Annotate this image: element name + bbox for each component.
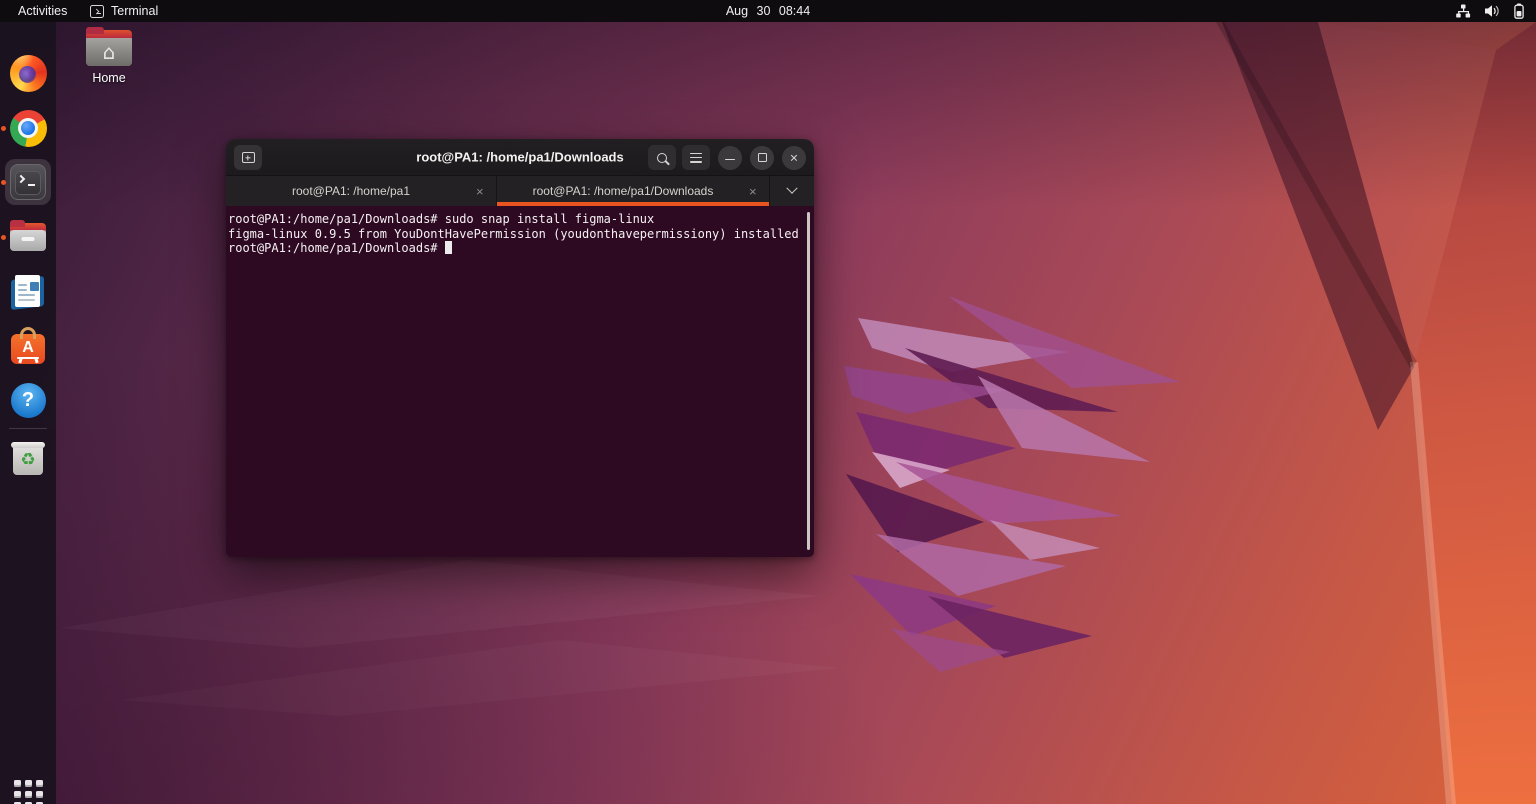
- terminal-prompt: root@PA1:/home/pa1/Downloads#: [228, 241, 445, 255]
- desktop-icon-home[interactable]: ⌂ Home: [82, 30, 136, 85]
- tab-close-icon[interactable]: ×: [476, 184, 496, 199]
- home-folder-icon: ⌂: [86, 30, 132, 66]
- dock-item-firefox[interactable]: [6, 51, 50, 95]
- hamburger-menu-icon: [690, 153, 702, 163]
- dock-divider: [9, 428, 47, 429]
- dock-item-app-grid[interactable]: [6, 772, 50, 804]
- chevron-down-icon: [786, 183, 797, 194]
- help-question-glyph: ?: [22, 389, 34, 412]
- tab-list-dropdown[interactable]: [770, 176, 814, 206]
- tab-close-icon[interactable]: ×: [749, 184, 769, 199]
- new-tab-button[interactable]: [234, 145, 262, 170]
- help-icon: ?: [11, 383, 46, 418]
- dock: A ? ♻: [0, 22, 56, 804]
- dock-item-terminal[interactable]: [6, 160, 50, 204]
- files-icon: [10, 223, 46, 251]
- software-letter: A: [22, 339, 34, 357]
- tab-downloads[interactable]: root@PA1: /home/pa1/Downloads ×: [497, 176, 770, 206]
- terminal-line-3: root@PA1:/home/pa1/Downloads#: [228, 241, 804, 256]
- terminal-line-1: root@PA1:/home/pa1/Downloads# sudo snap …: [228, 212, 804, 227]
- minimize-button[interactable]: [718, 146, 742, 170]
- window-titlebar[interactable]: root@PA1: /home/pa1/Downloads ×: [226, 139, 814, 176]
- terminal-line-2: figma-linux 0.9.5 from YouDontHavePermis…: [228, 227, 804, 242]
- close-button[interactable]: ×: [782, 146, 806, 170]
- network-icon: [1455, 4, 1471, 18]
- menu-button[interactable]: [682, 145, 710, 170]
- top-bar: Activities Terminal Aug 30 08:44: [0, 0, 1536, 22]
- dock-item-trash[interactable]: ♻: [6, 436, 50, 480]
- dock-item-ubuntu-software[interactable]: A: [6, 324, 50, 368]
- dock-item-chrome[interactable]: [6, 106, 50, 150]
- terminal-cursor: [445, 241, 452, 254]
- libreoffice-writer-icon: [13, 275, 43, 309]
- dock-item-files[interactable]: [6, 215, 50, 259]
- window-title: root@PA1: /home/pa1/Downloads: [416, 150, 623, 165]
- tab-downloads-label: root@PA1: /home/pa1/Downloads: [497, 184, 749, 198]
- search-button[interactable]: [648, 145, 676, 170]
- desktop: Activities Terminal Aug 30 08:44: [0, 0, 1536, 804]
- minimize-icon: [725, 159, 735, 161]
- ubuntu-software-icon: A: [11, 334, 45, 364]
- app-grid-icon: [14, 780, 43, 804]
- dock-item-help[interactable]: ?: [6, 378, 50, 422]
- close-icon: ×: [790, 150, 798, 164]
- new-tab-icon: [242, 152, 255, 163]
- recycle-glyph: ♻: [20, 450, 35, 470]
- chrome-icon: [10, 110, 47, 147]
- activities-button[interactable]: Activities: [14, 0, 71, 22]
- focused-app-label: Terminal: [111, 4, 158, 18]
- terminal-window: root@PA1: /home/pa1/Downloads ×: [226, 139, 814, 557]
- home-icon-label: Home: [82, 71, 136, 85]
- terminal-content[interactable]: root@PA1:/home/pa1/Downloads# sudo snap …: [226, 206, 814, 557]
- terminal-app-icon: [90, 5, 104, 18]
- focused-app-menu[interactable]: Terminal: [90, 0, 158, 22]
- clock-button[interactable]: Aug 30 08:44: [718, 0, 818, 22]
- tab-home[interactable]: root@PA1: /home/pa1 ×: [226, 176, 497, 206]
- trash-icon: ♻: [13, 442, 43, 475]
- terminal-icon: [10, 164, 46, 200]
- volume-icon: [1484, 4, 1501, 18]
- maximize-button[interactable]: [750, 146, 774, 170]
- dock-item-libreoffice-writer[interactable]: [6, 270, 50, 314]
- house-glyph: ⌂: [103, 42, 116, 62]
- tab-bar: root@PA1: /home/pa1 × root@PA1: /home/pa…: [226, 176, 814, 206]
- maximize-icon: [758, 153, 767, 162]
- system-tray[interactable]: [1455, 0, 1524, 22]
- tab-home-label: root@PA1: /home/pa1: [226, 184, 476, 198]
- battery-icon: [1514, 3, 1524, 19]
- search-icon: [657, 153, 667, 163]
- terminal-scrollbar[interactable]: [807, 212, 811, 550]
- firefox-icon: [10, 55, 47, 92]
